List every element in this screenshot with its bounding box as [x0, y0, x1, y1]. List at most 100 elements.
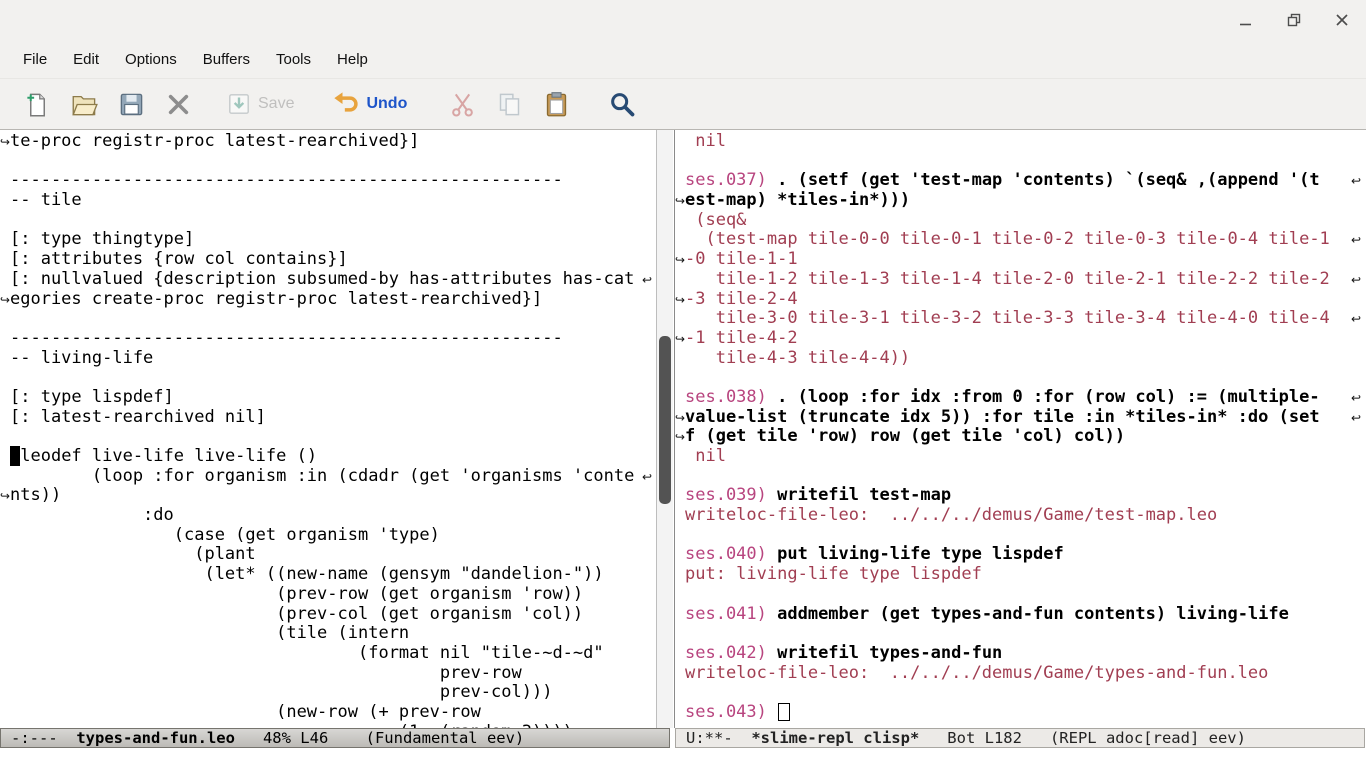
- window-controls: [1234, 8, 1354, 32]
- text-segment: (plant: [10, 544, 256, 564]
- save-disk-button[interactable]: [116, 89, 147, 120]
- text-segment: (tile (intern: [10, 623, 409, 643]
- menu-buffers[interactable]: Buffers: [190, 51, 263, 68]
- menu-options[interactable]: Options: [112, 51, 190, 68]
- modeline-text: 48% L46: [235, 729, 366, 747]
- text-segment: value-list (truncate idx 5)) :for tile :…: [685, 407, 1320, 427]
- text-segment: [: type thingtype]: [10, 229, 194, 249]
- scrollbar-thumb[interactable]: [659, 336, 671, 504]
- restore-button[interactable]: [1282, 8, 1306, 32]
- menu-edit[interactable]: Edit: [60, 51, 112, 68]
- close-buffer-button[interactable]: [163, 89, 194, 120]
- wrap-indicator-icon: ↩: [1351, 231, 1361, 251]
- buffer-line: [675, 585, 1366, 605]
- buffer-line: ----------------------------------------…: [0, 171, 656, 191]
- buffer-line: prev-col))): [0, 683, 656, 703]
- text-segment: [: nullvalued {description subsumed-by h…: [10, 269, 634, 289]
- wrap-indicator-icon: ↩: [1351, 409, 1361, 429]
- buffer-line: [0, 211, 656, 231]
- left-scrollbar[interactable]: [656, 130, 673, 728]
- buffer-line: (new-row (+ prev-row: [0, 703, 656, 723]
- new-file-icon: [24, 91, 51, 118]
- restore-window-icon: [1286, 12, 1302, 28]
- buffer-line: [: attributes {row col contains}]: [0, 250, 656, 270]
- text-segment: :do: [10, 505, 174, 525]
- new-file-button[interactable]: [22, 89, 53, 120]
- modelines: -:--- types-and-fun.leo 48% L46 (Fundame…: [0, 728, 1366, 750]
- text-segment: tile-3-0 tile-3-1 tile-3-2 tile-3-3 tile…: [685, 308, 1330, 328]
- minimize-icon: [1238, 12, 1254, 28]
- repl-prompt: ses.037): [685, 170, 777, 190]
- menu-file[interactable]: File: [10, 51, 60, 68]
- text-segment: [: type lispdef]: [10, 387, 174, 407]
- repl-prompt: ses.038): [685, 387, 777, 407]
- menu-help[interactable]: Help: [324, 51, 381, 68]
- modeline-text: -:---: [11, 729, 76, 747]
- text-segment: . (setf (get 'test-map 'contents) `(seq&…: [777, 170, 1319, 190]
- file-buffer[interactable]: ↪te-proc registr-proc latest-rearchived}…: [0, 130, 656, 728]
- save-button-label: Save: [258, 95, 294, 113]
- buffer-line: [0, 427, 656, 447]
- save-disk-icon: [118, 91, 145, 118]
- repl-prompt: ses.041): [685, 604, 777, 624]
- scissors-icon: [449, 91, 476, 118]
- buffer-line: -- living-life: [0, 349, 656, 369]
- close-button[interactable]: [1330, 8, 1354, 32]
- repl-buffer[interactable]: nil ses.037) . (setf (get 'test-map 'cont…: [674, 130, 1366, 728]
- buffer-line: ↪-0 tile-1-1: [675, 250, 1366, 270]
- text-segment: (prev-row (get organism 'row)): [10, 584, 583, 604]
- buffer-line: -- tile: [0, 191, 656, 211]
- buffer-line: ses.037) . (setf (get 'test-map 'content…: [675, 171, 1366, 191]
- buffer-line: prev-row: [0, 664, 656, 684]
- open-file-button[interactable]: [69, 89, 100, 120]
- text-segment: put living-life type lispdef: [777, 544, 1064, 564]
- repl-prompt: ses.042): [685, 643, 777, 663]
- buffer-line: put: living-life type lispdef: [675, 565, 1366, 585]
- text-segment: nil: [685, 131, 726, 151]
- buffer-line: tile-3-0 tile-3-1 tile-3-2 tile-3-3 tile…: [675, 309, 1366, 329]
- text-segment: -0 tile-1-1: [685, 249, 798, 269]
- text-segment: writefil types-and-fun: [777, 643, 1002, 663]
- undo-button[interactable]: Undo: [330, 88, 409, 120]
- buffer-line: ↪te-proc registr-proc latest-rearchived}…: [0, 132, 656, 152]
- modeline-text: types-and-fun.leo: [76, 729, 235, 747]
- right-modeline[interactable]: U:**- *slime-repl clisp* Bot L182 (REPL …: [675, 728, 1365, 748]
- paste-button[interactable]: [541, 89, 572, 120]
- text-segment: -- tile: [10, 190, 82, 210]
- text-segment: ----------------------------------------…: [10, 170, 563, 190]
- text-segment: writeloc-file-leo: ../../../demus/Game/t…: [685, 505, 1217, 525]
- menu-tools[interactable]: Tools: [263, 51, 324, 68]
- repl-prompt: ses.040): [685, 544, 777, 564]
- left-modeline[interactable]: -:--- types-and-fun.leo 48% L46 (Fundame…: [0, 728, 670, 748]
- text-segment: . (loop :for idx :from 0 :for (row col) …: [777, 387, 1319, 407]
- menubar: File Edit Options Buffers Tools Help: [0, 40, 1366, 79]
- cut-button[interactable]: [447, 89, 478, 120]
- copy-button[interactable]: [494, 89, 525, 120]
- buffer-line: [0, 152, 656, 172]
- buffer-line: (tile (intern: [0, 624, 656, 644]
- minibuffer[interactable]: [0, 750, 1366, 768]
- text-segment: leodef live-life live-life (): [20, 446, 317, 466]
- minimize-button[interactable]: [1234, 8, 1258, 32]
- buffer-line: ses.041) addmember (get types-and-fun co…: [675, 605, 1366, 625]
- text-segment: ----------------------------------------…: [10, 328, 563, 348]
- wrap-continuation-icon: ↪: [675, 251, 685, 271]
- text-segment: (test-map tile-0-0 tile-0-1 tile-0-2 til…: [685, 229, 1330, 249]
- save-button[interactable]: Save: [224, 89, 296, 119]
- modeline-text: U:**-: [686, 729, 751, 747]
- buffer-line: ↪egories create-proc registr-proc latest…: [0, 290, 656, 310]
- text-segment: writefil test-map: [777, 485, 951, 505]
- buffer-line: [: type lispdef]: [0, 388, 656, 408]
- magnifier-icon: [608, 90, 636, 118]
- buffer-line: writeloc-file-leo: ../../../demus/Game/t…: [675, 506, 1366, 526]
- wrap-continuation-icon: ↪: [675, 291, 685, 311]
- text-segment: egories create-proc registr-proc latest-…: [10, 289, 542, 309]
- wrap-continuation-icon: ↪: [0, 291, 10, 311]
- buffer-line: :do: [0, 506, 656, 526]
- search-button[interactable]: [606, 88, 638, 120]
- buffer-line: (test-map tile-0-0 tile-0-1 tile-0-2 til…: [675, 230, 1366, 250]
- buffer-line: [675, 526, 1366, 546]
- save-download-icon: [226, 91, 252, 117]
- buffer-line: [0, 368, 656, 388]
- wrap-continuation-icon: ↪: [675, 330, 685, 350]
